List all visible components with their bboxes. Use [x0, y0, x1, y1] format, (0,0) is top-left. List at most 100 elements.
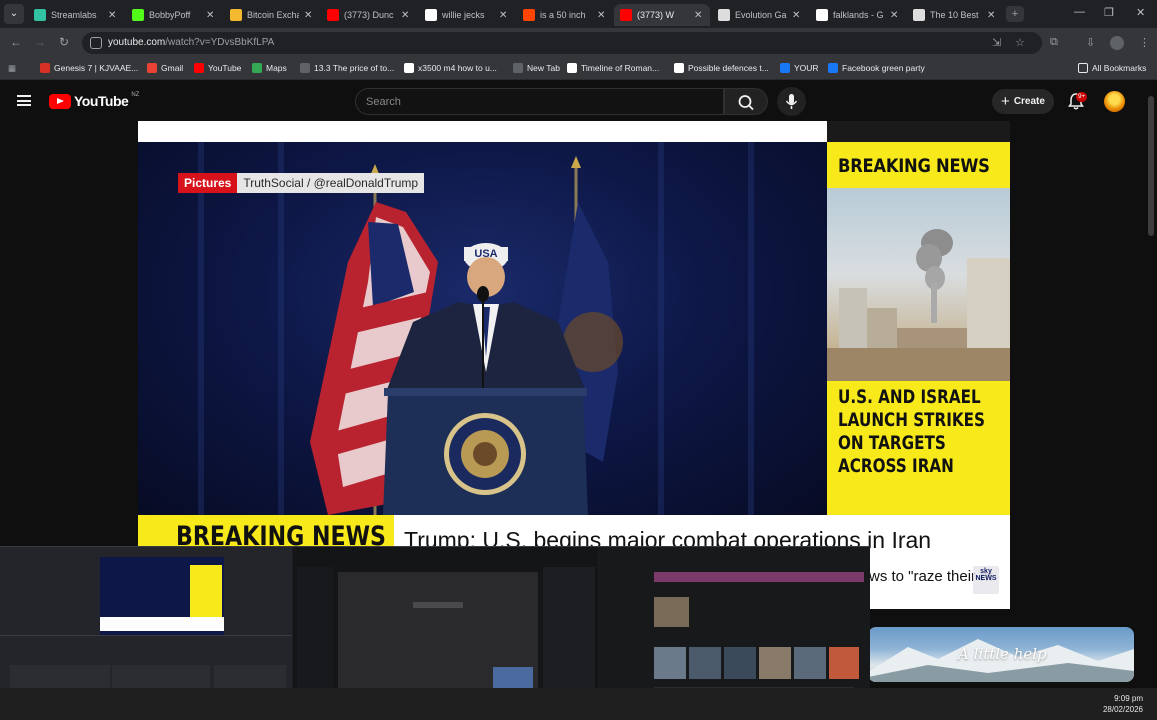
bookmark-item[interactable]: Maps: [252, 63, 287, 73]
search-button[interactable]: [724, 88, 768, 115]
tab-title: falklands - G: [833, 10, 884, 20]
tab-search-button[interactable]: ⌄: [4, 4, 24, 24]
bookmark-item[interactable]: Timeline of Roman...: [567, 63, 659, 73]
search-input[interactable]: Search: [355, 88, 724, 115]
smoke-plume-image: [827, 229, 1010, 381]
bookmark-label: Genesis 7 | KJVAAE...: [54, 63, 139, 73]
all-bookmarks-button[interactable]: All Bookmarks: [1078, 63, 1146, 73]
clock-time: 9:09 pm: [1114, 694, 1143, 703]
menu-kebab-icon[interactable]: ⋮: [1139, 36, 1150, 49]
close-tab-icon[interactable]: ✕: [206, 10, 216, 21]
browser-tab[interactable]: BobbyPoff ✕: [126, 4, 222, 26]
bookmark-label: 13.3 The price of to...: [314, 63, 395, 73]
close-tab-icon[interactable]: ✕: [792, 10, 802, 21]
youtube-logo[interactable]: YouTube NZ: [49, 92, 139, 109]
bookmark-favicon-icon: [147, 63, 157, 73]
apps-grid-icon[interactable]: ▦: [8, 63, 16, 74]
browser-tab[interactable]: falklands - G ✕: [810, 4, 906, 26]
guide-menu-icon[interactable]: [17, 95, 31, 106]
video-player[interactable]: USA Pictures TruthSocial / @realDonaldTr…: [138, 121, 1010, 609]
tab-title: Bitcoin Exchange: [247, 10, 299, 20]
plus-icon: +: [1001, 92, 1010, 110]
bookmark-item[interactable]: Possible defences t...: [674, 63, 769, 73]
extensions-icon[interactable]: ⧉: [1050, 36, 1058, 49]
profile-icon[interactable]: [1110, 36, 1124, 50]
source-tag-handle: TruthSocial / @realDonaldTrump: [237, 173, 425, 193]
close-tab-icon[interactable]: ✕: [694, 10, 704, 21]
video-frame: USA Pictures TruthSocial / @realDonaldTr…: [138, 142, 827, 515]
tab-favicon-icon: [718, 9, 730, 21]
bookmark-star-icon[interactable]: ☆: [1015, 36, 1025, 49]
page-scrollbar[interactable]: [1148, 96, 1154, 236]
bookmark-item[interactable]: Gmail: [147, 63, 183, 73]
tab-favicon-icon: [913, 9, 925, 21]
browser-tab[interactable]: Streamlabs ✕: [28, 4, 124, 26]
minimize-icon[interactable]: —: [1074, 6, 1085, 18]
bookmark-favicon-icon: [780, 63, 790, 73]
panel-headline: U.S. AND ISRAEL LAUNCH STRIKES ON TARGET…: [838, 386, 985, 478]
tab-favicon-icon: [230, 9, 242, 21]
bookmark-label: Possible defences t...: [688, 63, 769, 73]
youtube-wordmark: YouTube: [74, 93, 129, 109]
browser-tab[interactable]: (3773) Dunc ✕: [321, 4, 417, 26]
forward-icon[interactable]: →: [32, 35, 48, 49]
back-icon[interactable]: ←: [8, 35, 24, 49]
bookmark-item[interactable]: YOUR: [780, 63, 819, 73]
headline-line-1: U.S. AND ISRAEL: [838, 386, 981, 408]
close-tab-icon[interactable]: ✕: [597, 10, 607, 21]
site-info-icon[interactable]: [90, 37, 102, 49]
bookmark-favicon-icon: [40, 63, 50, 73]
close-tab-icon[interactable]: ✕: [108, 10, 118, 21]
create-button[interactable]: + Create: [992, 89, 1054, 114]
browser-tab[interactable]: (3773) W ✕: [614, 4, 710, 26]
new-tab-button[interactable]: +: [1006, 6, 1024, 22]
strike-photo: [827, 188, 1010, 381]
close-window-icon[interactable]: ✕: [1136, 6, 1145, 19]
bookmark-favicon-icon: [513, 63, 523, 73]
tab-title: Evolution Ga: [735, 10, 787, 20]
bookmark-item[interactable]: x3500 m4 how to u...: [404, 63, 497, 73]
bookmark-favicon-icon: [404, 63, 414, 73]
browser-toolbar: ← → ↻ youtube.com/watch?v=YDvsBbKfLPA ⇲ …: [0, 28, 1157, 58]
headline-line-3: ON TARGETS: [838, 432, 946, 454]
bookmark-favicon-icon: [828, 63, 838, 73]
install-app-icon[interactable]: ⇲: [992, 36, 1001, 49]
close-tab-icon[interactable]: ✕: [499, 10, 509, 21]
bookmark-item[interactable]: Genesis 7 | KJVAAE...: [40, 63, 138, 73]
youtube-play-icon: [49, 93, 71, 109]
browser-tab[interactable]: The 10 Best ✕: [907, 4, 1003, 26]
account-avatar[interactable]: [1104, 91, 1125, 112]
sidebar-ad-banner[interactable]: A little help: [868, 627, 1134, 682]
search-icon: [738, 95, 754, 111]
bookmark-item[interactable]: New Tab: [513, 63, 560, 73]
source-tag-pictures: Pictures: [178, 173, 238, 193]
bookmark-favicon-icon: [194, 63, 204, 73]
close-tab-icon[interactable]: ✕: [987, 10, 997, 21]
broadcast-top-strip: [138, 121, 827, 142]
tab-title: (3773) Dunc: [344, 10, 394, 20]
bookmark-label: Maps: [266, 63, 287, 73]
close-tab-icon[interactable]: ✕: [304, 10, 314, 21]
headline-line-4: ACROSS IRAN: [838, 455, 954, 477]
browser-tab[interactable]: is a 50 inch ✕: [517, 4, 613, 26]
browser-tab[interactable]: Bitcoin Exchange ✕: [224, 4, 320, 26]
downloads-icon[interactable]: ⇩: [1086, 36, 1095, 49]
bookmark-item[interactable]: YouTube: [194, 63, 241, 73]
bookmark-item[interactable]: 13.3 The price of to...: [300, 63, 394, 73]
tab-title: Streamlabs: [51, 10, 97, 20]
system-clock[interactable]: 9:09 pm 28/02/2026: [1103, 693, 1143, 715]
tab-title: (3773) W: [637, 10, 675, 20]
maximize-icon[interactable]: ❐: [1104, 6, 1114, 19]
bookmarks-bar: ▦ Genesis 7 | KJVAAE... Gmail YouTube Maps 1…: [0, 58, 1157, 80]
source-tag: Pictures TruthSocial / @realDonaldTrump: [178, 173, 425, 193]
close-tab-icon[interactable]: ✕: [890, 10, 900, 21]
close-tab-icon[interactable]: ✕: [401, 10, 411, 21]
reload-icon[interactable]: ↻: [56, 35, 72, 49]
bookmark-label: New Tab: [527, 63, 560, 73]
browser-tab[interactable]: Evolution Ga ✕: [712, 4, 808, 26]
voice-search-button[interactable]: [777, 87, 806, 116]
browser-tab[interactable]: willie jecks ✕: [419, 4, 515, 26]
tab-title: The 10 Best: [930, 10, 979, 20]
address-bar[interactable]: youtube.com/watch?v=YDvsBbKfLPA: [82, 32, 1042, 54]
bookmark-item[interactable]: Facebook green party: [828, 63, 925, 73]
